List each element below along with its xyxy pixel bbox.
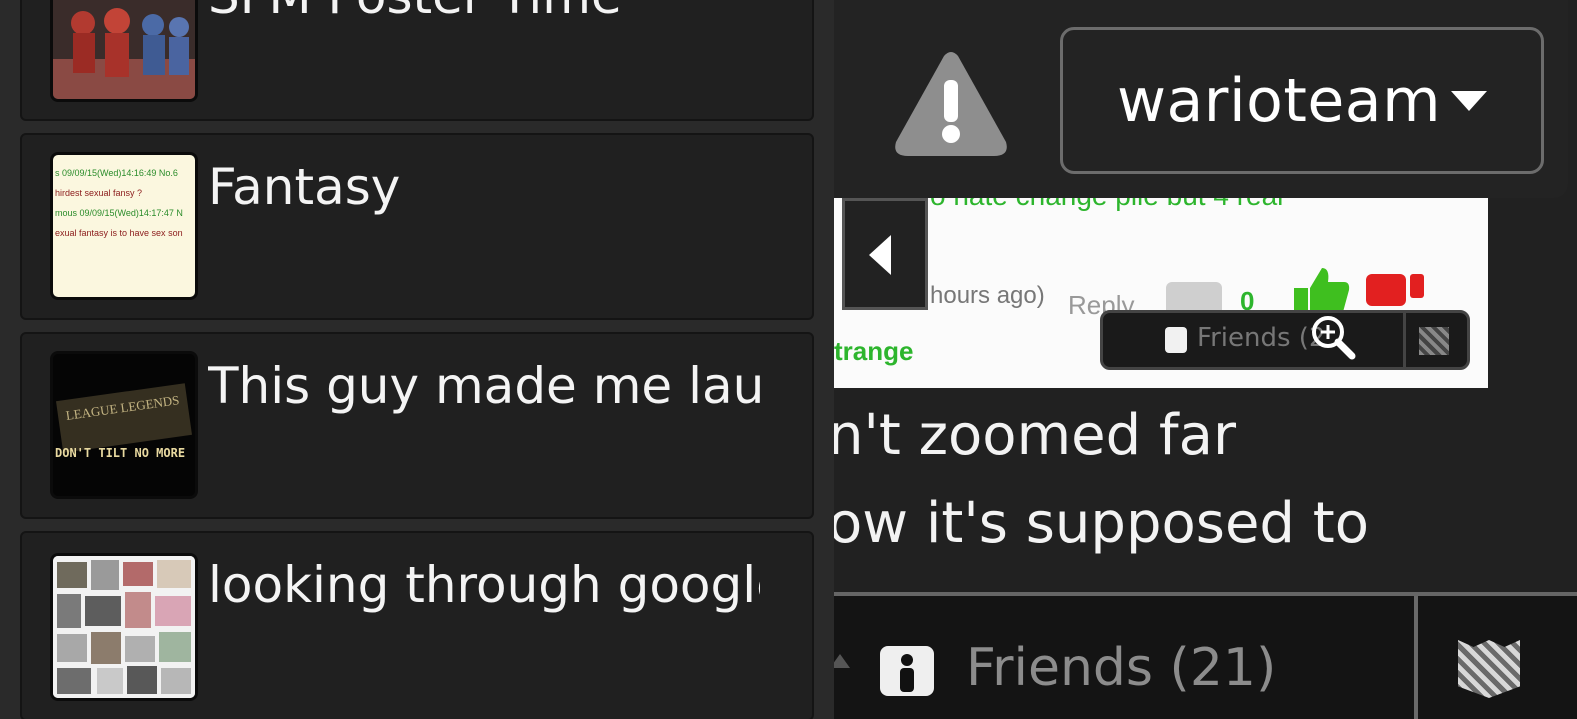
post-thumbnail[interactable]: LEAGUE LEGENDS DON'T TILT NO MORE — [50, 351, 198, 499]
image-grid — [53, 556, 195, 698]
thumbnail-caption: DON'T TILT NO MORE — [55, 446, 186, 460]
embedded-divider — [1403, 313, 1406, 367]
prev-image-button[interactable] — [842, 198, 928, 310]
post-title[interactable]: This guy made me laughing — [208, 356, 760, 416]
embedded-friends-label: Friends (2 — [1197, 323, 1326, 353]
post-title[interactable]: Fantasy — [208, 157, 760, 217]
post-title[interactable]: looking through google — [208, 555, 760, 615]
person-icon — [880, 646, 934, 696]
main-pane: o hate change pile but 4 real hours ago)… — [834, 0, 1577, 719]
embedded-meta-text: hours ago) — [930, 282, 1045, 309]
embedded-person-icon — [1165, 327, 1187, 353]
post-text-line: ow it's supposed to — [834, 491, 1369, 556]
post-title[interactable]: SFM Poster Time — [208, 0, 760, 26]
embedded-screenshot[interactable]: o hate change pile but 4 real hours ago)… — [834, 198, 1488, 388]
embedded-username: trange — [834, 336, 914, 366]
zoom-in-icon[interactable] — [1308, 312, 1358, 362]
username: warioteam — [1116, 65, 1442, 136]
post-thumbnail[interactable] — [50, 553, 198, 701]
like-icon — [1294, 268, 1350, 314]
friends-bar[interactable]: Friends (21) — [834, 592, 1577, 719]
caret-down-icon — [1451, 90, 1488, 111]
list-item[interactable]: LEAGUE LEGENDS DON'T TILT NO MORE This g… — [20, 332, 814, 519]
dislike-icon — [1366, 274, 1424, 306]
embedded-logo-icon — [1419, 327, 1449, 355]
embedded-friends-bar: Friends (2 — [1100, 310, 1470, 370]
post-thumbnail[interactable]: s 09/09/15(Wed)14:16:49 No.6 hirdest sex… — [50, 152, 198, 300]
thumbnail-text: s 09/09/15(Wed)14:16:49 No.6 hirdest sex… — [55, 168, 183, 238]
friends-label[interactable]: Friends (21) — [966, 636, 1276, 700]
list-item[interactable]: s 09/09/15(Wed)14:16:49 No.6 hirdest sex… — [20, 133, 814, 320]
league-logo: LEAGUE LEGENDS — [56, 383, 192, 453]
sidebar: SFM Poster Time s 09/09/15(Wed)14:16:49 … — [0, 0, 834, 719]
embedded-top-text: o hate change pile but 4 real — [930, 198, 1283, 212]
post-thumbnail[interactable] — [50, 0, 198, 102]
collapse-arrow-icon[interactable] — [834, 650, 850, 670]
chevron-left-icon — [869, 235, 891, 275]
post-text-line: n't zoomed far — [834, 403, 1236, 468]
top-bar: warioteam — [834, 0, 1568, 198]
warning-triangle-icon[interactable] — [892, 50, 1010, 158]
user-menu-button[interactable]: warioteam — [1060, 27, 1544, 174]
sfm-poster-image — [53, 0, 195, 99]
list-item[interactable]: SFM Poster Time — [20, 0, 814, 121]
checker-logo-icon[interactable] — [1458, 640, 1520, 698]
friends-bar-divider — [1414, 596, 1418, 719]
list-item[interactable]: looking through google — [20, 531, 814, 719]
